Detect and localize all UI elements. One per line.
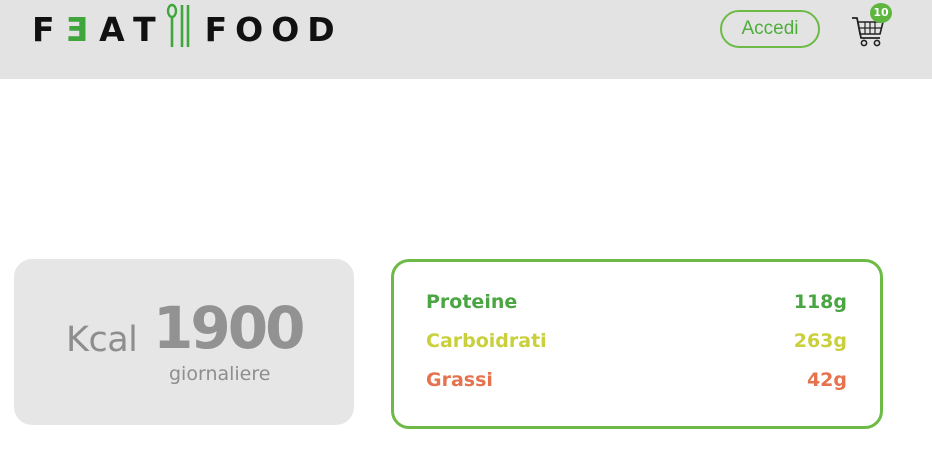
logo-letter-f: F (32, 9, 66, 49)
calories-value: 1900 (153, 294, 305, 362)
macro-row-protein: Proteine 118g (426, 291, 847, 319)
macro-label: Grassi (426, 369, 493, 391)
macro-label: Proteine (426, 291, 518, 313)
macro-value: 42g (806, 369, 847, 391)
fork-spoon-icon (165, 3, 191, 57)
feat-food-logo[interactable]: F E AT FOOD (32, 3, 343, 52)
calories-unit: Kcal (66, 320, 138, 360)
login-button[interactable]: Accedi (720, 10, 820, 48)
calories-caption: giornaliere (169, 363, 271, 385)
logo-word-food: FOOD (204, 9, 343, 49)
macro-row-carbs: Carboidrati 263g (426, 330, 847, 358)
macro-value: 263g (793, 330, 847, 352)
top-header: F E AT FOOD Accedi 10 (0, 0, 932, 79)
logo-letters-at: AT (99, 9, 167, 49)
macro-label: Carboidrati (426, 330, 547, 352)
macro-row-fats: Grassi 42g (426, 369, 847, 397)
macro-value: 118g (793, 291, 847, 313)
logo-mirrored-e: E (65, 9, 89, 49)
cart-count-badge: 10 (870, 3, 892, 23)
